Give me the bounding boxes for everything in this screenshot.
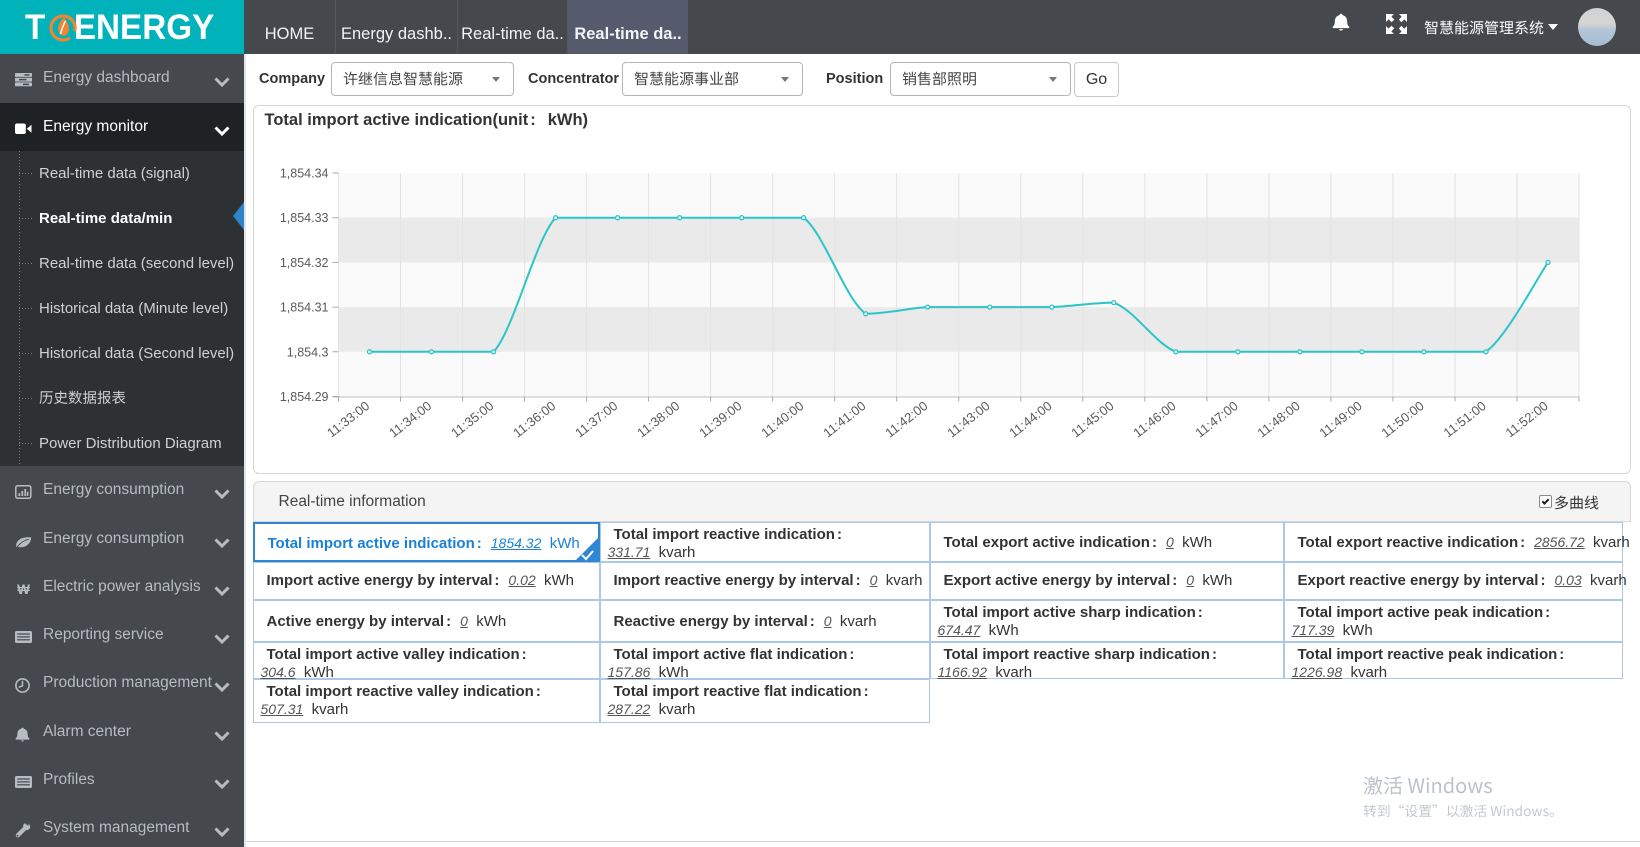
svg-text:11:46:00: 11:46:00 bbox=[1130, 398, 1178, 440]
svg-text:1,854.29: 1,854.29 bbox=[279, 390, 328, 404]
svg-text:11:48:00: 11:48:00 bbox=[1254, 398, 1302, 440]
svg-text:11:51:00: 11:51:00 bbox=[1440, 398, 1488, 440]
svg-text:11:35:00: 11:35:00 bbox=[448, 398, 496, 440]
svg-text:11:39:00: 11:39:00 bbox=[696, 398, 744, 440]
svg-text:11:33:00: 11:33:00 bbox=[323, 398, 371, 440]
svg-text:11:44:00: 11:44:00 bbox=[1006, 398, 1054, 440]
svg-text:11:45:00: 11:45:00 bbox=[1068, 398, 1116, 440]
svg-text:11:47:00: 11:47:00 bbox=[1192, 398, 1240, 440]
svg-text:1,854.32: 1,854.32 bbox=[279, 256, 328, 270]
svg-text:11:37:00: 11:37:00 bbox=[572, 398, 620, 440]
svg-text:1,854.3: 1,854.3 bbox=[286, 345, 328, 359]
svg-text:1,854.34: 1,854.34 bbox=[279, 167, 328, 181]
svg-text:11:42:00: 11:42:00 bbox=[882, 398, 930, 440]
svg-text:11:43:00: 11:43:00 bbox=[944, 398, 992, 440]
svg-text:1,854.31: 1,854.31 bbox=[279, 301, 328, 315]
svg-text:11:52:00: 11:52:00 bbox=[1502, 398, 1550, 440]
svg-text:11:36:00: 11:36:00 bbox=[510, 398, 558, 440]
svg-text:11:41:00: 11:41:00 bbox=[820, 398, 868, 440]
svg-text:11:34:00: 11:34:00 bbox=[385, 398, 433, 440]
svg-text:1,854.33: 1,854.33 bbox=[279, 211, 328, 225]
svg-text:W: W bbox=[17, 582, 30, 596]
svg-text:11:38:00: 11:38:00 bbox=[634, 398, 682, 440]
svg-text:11:49:00: 11:49:00 bbox=[1316, 398, 1364, 440]
svg-text:11:40:00: 11:40:00 bbox=[758, 398, 806, 440]
svg-text:11:50:00: 11:50:00 bbox=[1378, 398, 1426, 440]
